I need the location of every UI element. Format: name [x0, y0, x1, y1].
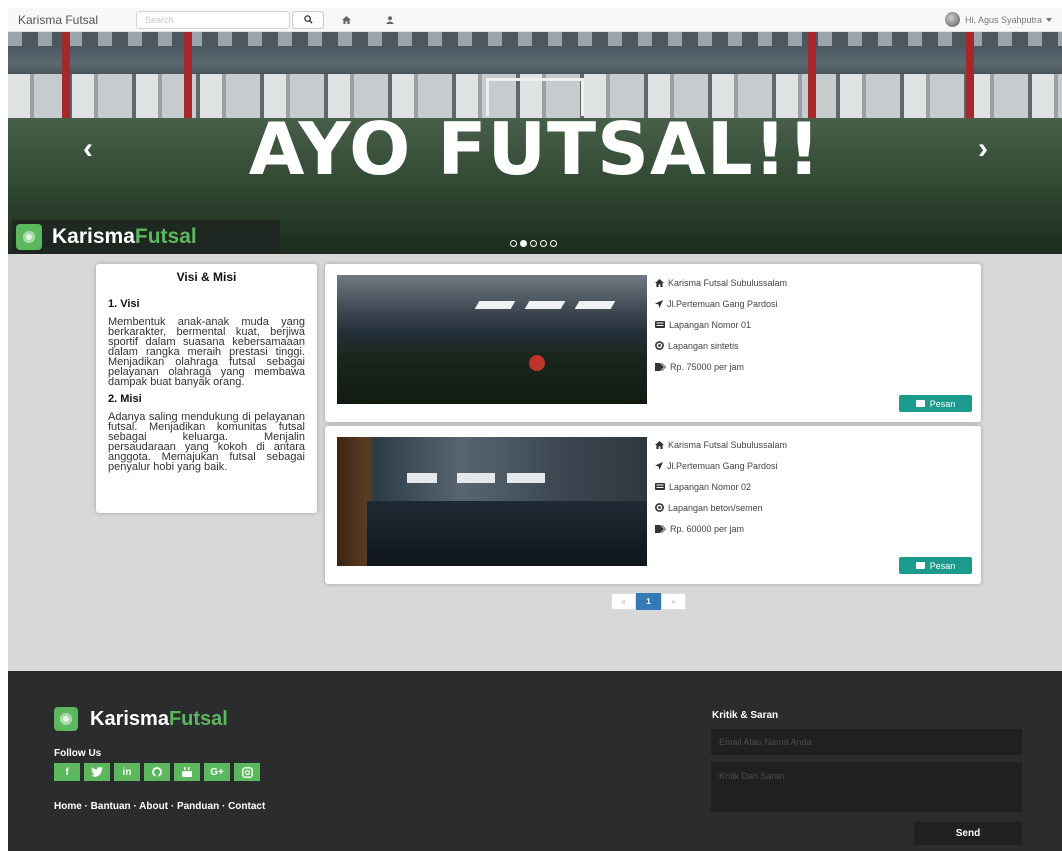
- user-icon: [386, 15, 394, 24]
- google-plus-icon[interactable]: G+: [204, 763, 230, 781]
- court-photo: [337, 437, 647, 566]
- email-name-input[interactable]: Email Atau Nama Anda: [711, 729, 1022, 755]
- user-greeting: Hi, Agus Syahputra: [964, 14, 1042, 25]
- user-menu[interactable]: Hi, Agus Syahputra: [944, 12, 1052, 27]
- home-icon: [655, 440, 664, 449]
- follow-us-label: Follow Us: [54, 748, 102, 759]
- pagination-next[interactable]: »: [661, 593, 686, 610]
- carousel-next-button[interactable]: ›: [978, 132, 988, 166]
- court-number: Lapangan Nomor 02: [669, 481, 752, 492]
- footer-links[interactable]: Home · Bantuan · About · Panduan · Conta…: [54, 801, 265, 812]
- court-name: Karisma Futsal Subulussalam: [668, 439, 788, 450]
- hero-title: AYO FUTSAL!!: [248, 107, 822, 191]
- navbar-brand[interactable]: Karisma Futsal: [18, 13, 136, 27]
- footer-logo: KarismaFutsal: [54, 707, 228, 731]
- ball-icon: [54, 707, 78, 731]
- linkedin-icon[interactable]: in: [114, 763, 140, 781]
- court-address: Jl.Pertemuan Gang Pardosi: [667, 460, 778, 471]
- hero-logo: KarismaFutsal: [12, 220, 280, 254]
- court-address: Jl.Pertemuan Gang Pardosi: [667, 298, 778, 309]
- navbar: Karisma Futsal Search Hi, Agus Syahputra: [8, 8, 1062, 32]
- pagination-page[interactable]: 1: [636, 593, 661, 610]
- footer-logo-text: KarismaFutsal: [90, 707, 228, 730]
- kritik-saran-title: Kritik & Saran: [712, 710, 779, 721]
- court-price: Rp. 60000 per jam: [670, 523, 745, 534]
- court-name: Karisma Futsal Subulussalam: [668, 277, 788, 288]
- hero-roof: [8, 32, 1062, 46]
- court-type: Lapangan beton/semen: [668, 502, 763, 513]
- kritik-saran-textarea[interactable]: Kritik Dan Saran: [711, 762, 1022, 812]
- facebook-icon[interactable]: f: [54, 763, 80, 781]
- ball-image: [529, 355, 545, 371]
- pesan-button[interactable]: Pesan: [899, 395, 972, 412]
- booking-icon: [915, 562, 925, 569]
- life-ring-icon: [655, 341, 664, 350]
- carousel-dot[interactable]: [520, 240, 527, 247]
- court-number-icon: [655, 321, 665, 328]
- court-type: Lapangan sintetis: [668, 340, 739, 351]
- search-button[interactable]: [292, 10, 324, 29]
- misi-text: Adanya saling mendukung di pelayanan fut…: [108, 411, 305, 473]
- hero-logo-text: KarismaFutsal: [52, 225, 197, 248]
- carousel-dot[interactable]: [540, 240, 547, 247]
- chevron-down-icon: [1046, 17, 1052, 22]
- page: Karisma Futsal Search Hi, Agus Syahputra…: [8, 8, 1062, 851]
- carousel-dot[interactable]: [550, 240, 557, 247]
- court-number: Lapangan Nomor 01: [669, 319, 752, 330]
- carousel-indicators: [510, 240, 557, 247]
- send-button[interactable]: Send: [914, 822, 1022, 845]
- court-card: Karisma Futsal Subulussalam Jl.Pertemuan…: [325, 426, 981, 584]
- tags-icon: [655, 524, 666, 533]
- ball-icon: [16, 224, 42, 250]
- visi-misi-title: Visi & Misi: [176, 270, 237, 284]
- youtube-icon[interactable]: [174, 763, 200, 781]
- misi-heading: 2. Misi: [108, 393, 142, 405]
- github-icon[interactable]: [144, 763, 170, 781]
- visi-heading: 1. Visi: [108, 298, 140, 310]
- twitter-icon[interactable]: [84, 763, 110, 781]
- life-ring-icon: [655, 503, 664, 512]
- carousel-prev-button[interactable]: ‹: [83, 132, 93, 166]
- location-arrow-icon: [655, 461, 663, 470]
- home-icon: [655, 278, 664, 287]
- court-info: Karisma Futsal Subulussalam Jl.Pertemuan…: [655, 434, 787, 539]
- visi-text: Membentuk anak-anak muda yang berkarakte…: [108, 316, 305, 388]
- court-number-icon: [655, 483, 665, 490]
- nav-home[interactable]: [324, 15, 368, 24]
- footer: KarismaFutsal Follow Us f in G+ Home · B…: [8, 671, 1062, 851]
- pagination: « 1 »: [611, 593, 686, 610]
- court-photo: [337, 275, 647, 404]
- instagram-icon[interactable]: [234, 763, 260, 781]
- home-icon: [341, 15, 351, 24]
- hero-carousel: AYO FUTSAL!! ‹ › KarismaFutsal: [8, 32, 1062, 254]
- pesan-button[interactable]: Pesan: [899, 557, 972, 574]
- booking-icon: [915, 400, 925, 407]
- location-arrow-icon: [655, 299, 663, 308]
- pesan-label: Pesan: [929, 398, 956, 409]
- carousel-dot[interactable]: [510, 240, 517, 247]
- carousel-dot[interactable]: [530, 240, 537, 247]
- pagination-prev[interactable]: «: [611, 593, 636, 610]
- court-price: Rp. 75000 per jam: [670, 361, 745, 372]
- nav-profile[interactable]: [368, 15, 412, 24]
- visi-misi-panel: Visi & Misi 1. Visi Membentuk anak-anak …: [96, 264, 317, 513]
- tags-icon: [655, 362, 666, 371]
- pesan-label: Pesan: [929, 560, 956, 571]
- avatar: [944, 12, 960, 27]
- search-input[interactable]: Search: [136, 10, 290, 29]
- court-info: Karisma Futsal Subulussalam Jl.Pertemuan…: [655, 272, 787, 377]
- social-links: f in G+: [54, 763, 260, 781]
- search-icon: [303, 15, 313, 24]
- court-card: Karisma Futsal Subulussalam Jl.Pertemuan…: [325, 264, 981, 422]
